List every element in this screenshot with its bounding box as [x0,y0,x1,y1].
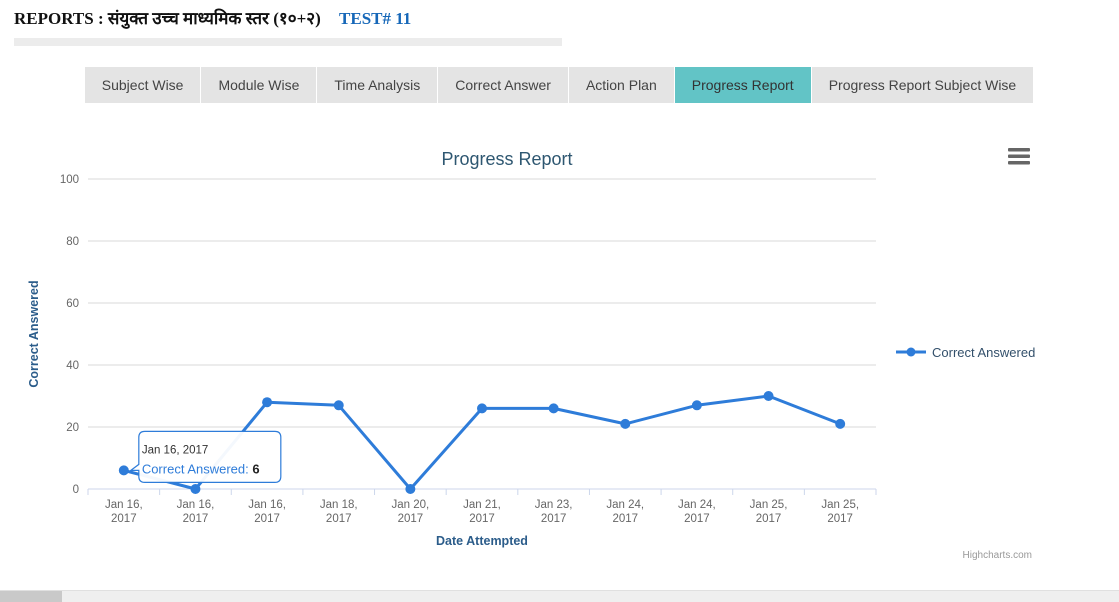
legend-item-correct-answered[interactable]: Correct Answered [896,345,1035,360]
tooltip-date: Jan 16, 2017 [142,444,209,456]
x-tick-label: Jan 25,2017 [821,499,859,525]
tab-module-wise[interactable]: Module Wise [201,67,316,103]
x-axis-title: Date Attempted [436,534,528,548]
horizontal-scrollbar-thumb[interactable] [0,591,62,602]
tooltip-series-value: Correct Answered: 6 [142,461,260,476]
y-tick-label: 40 [66,360,79,372]
chart-title: Progress Report [441,149,572,169]
data-point-marker[interactable] [262,397,272,407]
header-underline [14,38,562,46]
data-point-marker[interactable] [119,465,129,475]
y-tick-label: 0 [73,484,79,496]
tab-time-analysis[interactable]: Time Analysis [317,67,437,103]
tab-progress-report[interactable]: Progress Report [675,67,811,103]
horizontal-scrollbar[interactable] [0,590,1119,602]
data-point-marker[interactable] [764,391,774,401]
tab-subject-wise[interactable]: Subject Wise [85,67,201,103]
y-axis-title: Correct Answered [27,280,41,387]
tab-progress-report-subject-wise[interactable]: Progress Report Subject Wise [812,67,1034,103]
highcharts-credit[interactable]: Highcharts.com [963,550,1032,561]
tab-action-plan[interactable]: Action Plan [569,67,674,103]
page-title: REPORTS : संयुक्त उच्च माध्यमिक स्तर (१०… [14,6,411,29]
x-tick-label: Jan 23,2017 [535,499,573,525]
y-tick-label: 20 [66,422,79,434]
hamburger-icon[interactable] [1008,148,1030,165]
x-tick-label: Jan 25,2017 [750,499,788,525]
data-point-marker[interactable] [334,400,344,410]
x-tick-label: Jan 20,2017 [391,499,429,525]
tab-correct-answer[interactable]: Correct Answer [438,67,568,103]
x-tick-label: Jan 16,2017 [248,499,286,525]
data-point-marker[interactable] [620,419,630,429]
hamburger-bar [1008,148,1030,152]
y-tick-label: 100 [60,174,79,186]
test-number-link[interactable]: TEST# 11 [339,9,411,28]
progress-report-chart: Progress Report 0 20 40 60 80 100 Jan 16,2017 Ja… [0,135,1119,565]
x-tick-label: Jan 24,2017 [678,499,716,525]
data-point-marker[interactable] [835,419,845,429]
chart-canvas: Progress Report 0 20 40 60 80 100 Jan 16,2017 Ja… [0,135,1119,565]
y-tick-label: 60 [66,298,79,310]
chart-tooltip: Jan 16, 2017 Correct Answered: 6 [131,431,281,482]
data-point-marker[interactable] [190,484,200,494]
data-point-marker[interactable] [692,400,702,410]
y-tick-label: 80 [66,236,79,248]
data-point-marker[interactable] [549,403,559,413]
report-title-text: REPORTS : संयुक्त उच्च माध्यमिक स्तर (१०… [14,9,321,28]
x-tick-label: Jan 18,2017 [320,499,358,525]
x-tick-label: Jan 16,2017 [177,499,215,525]
x-tick-label: Jan 16,2017 [105,499,143,525]
report-tabbar: Subject WiseModule WiseTime AnalysisCorr… [0,67,1119,103]
hamburger-bar [1008,161,1030,165]
legend-label: Correct Answered [932,345,1035,360]
hamburger-bar [1008,155,1030,159]
legend-marker-symbol [907,348,916,357]
x-tick-label: Jan 21,2017 [463,499,501,525]
data-point-marker[interactable] [405,484,415,494]
data-point-marker[interactable] [477,403,487,413]
x-tick-label: Jan 24,2017 [606,499,644,525]
